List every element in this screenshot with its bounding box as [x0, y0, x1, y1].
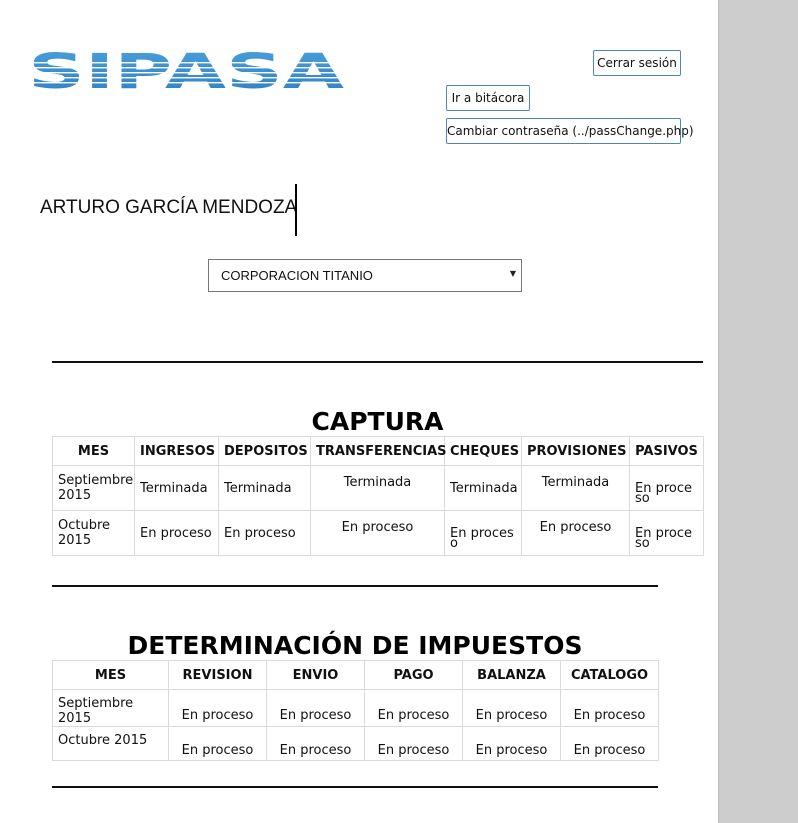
table-cell: En proceso [444, 510, 522, 556]
column-header: CATALOGO [560, 660, 659, 690]
table-cell: Terminada [134, 465, 219, 511]
divider [52, 585, 658, 587]
table-cell: En proceso [168, 689, 267, 727]
divider-vertical [295, 184, 297, 236]
table-cell: Terminada [218, 465, 311, 511]
column-header: ENVIO [266, 660, 365, 690]
divider [52, 786, 658, 788]
table-cell: En proceso [310, 510, 445, 556]
column-header: DEPOSITOS [218, 436, 311, 466]
table-cell: En proceso [134, 510, 219, 556]
table-cell: En proceso [266, 726, 365, 761]
table-cell: En proceso [168, 726, 267, 761]
table-cell: Terminada [310, 465, 445, 511]
sipasa-logo: SIPASA [28, 48, 346, 96]
table-cell-month: Septiembre 2015 [52, 689, 169, 727]
table-header-row: MES REVISION ENVIO PAGO BALANZA CATALOGO [52, 660, 659, 690]
table-cell: En proceso [364, 726, 463, 761]
table-cell: En proceso [521, 510, 630, 556]
table-cell-month: Octubre 2015 [52, 510, 135, 556]
column-header: PROVISIONES [521, 436, 630, 466]
captura-title: CAPTURA [311, 407, 444, 436]
table-cell: En proceso [629, 465, 704, 511]
table-cell: En proceso [462, 689, 561, 727]
column-header: MES [52, 660, 169, 690]
window-side-panel [718, 0, 798, 823]
table-header-row: MES INGRESOS DEPOSITOS TRANSFERENCIAS CH… [52, 436, 704, 466]
logout-button[interactable]: Cerrar sesión [593, 50, 681, 76]
table-cell: En proceso [218, 510, 311, 556]
table-cell: En proceso [560, 726, 659, 761]
table-cell-month: Octubre 2015 [52, 726, 169, 761]
impuestos-title: DETERMINACIÓN DE IMPUESTOS [127, 631, 583, 660]
column-header: REVISION [168, 660, 267, 690]
table-cell: En proceso [560, 689, 659, 727]
column-header: PASIVOS [629, 436, 704, 466]
table-cell: En proceso [364, 689, 463, 727]
table-row: Septiembre 2015 Terminada Terminada Term… [52, 465, 704, 511]
table-cell-month: Septiembre 2015 [52, 465, 135, 511]
column-header: MES [52, 436, 135, 466]
column-header: TRANSFERENCIAS [310, 436, 447, 466]
user-name: ARTURO GARCÍA MENDOZA [40, 197, 298, 218]
chevron-down-icon: ▼ [509, 269, 516, 278]
table-row: Septiembre 2015 En proceso En proceso En… [52, 689, 659, 727]
change-password-button[interactable]: Cambiar contraseña (../passChange.php) [446, 118, 694, 144]
impuestos-table: MES REVISION ENVIO PAGO BALANZA CATALOGO… [52, 660, 659, 761]
column-header: INGRESOS [134, 436, 219, 466]
captura-table: MES INGRESOS DEPOSITOS TRANSFERENCIAS CH… [52, 436, 704, 556]
company-select-value: CORPORACION TITANIO [221, 268, 373, 283]
table-cell: Terminada [521, 465, 630, 511]
column-header: PAGO [364, 660, 463, 690]
table-cell: En proceso [462, 726, 561, 761]
table-row: Octubre 2015 En proceso En proceso En pr… [52, 726, 659, 761]
log-button[interactable]: Ir a bitácora [446, 85, 530, 111]
table-row: Octubre 2015 En proceso En proceso En pr… [52, 510, 704, 556]
table-cell: Terminada [444, 465, 522, 511]
page: SIPASA Cerrar sesión Ir a bitácora Cambi… [0, 0, 718, 823]
company-select[interactable]: CORPORACION TITANIO ▼ [208, 259, 522, 292]
table-cell: En proceso [629, 510, 704, 556]
column-header: CHEQUES [444, 436, 522, 466]
divider [52, 361, 703, 363]
column-header: BALANZA [462, 660, 561, 690]
table-cell: En proceso [266, 689, 365, 727]
